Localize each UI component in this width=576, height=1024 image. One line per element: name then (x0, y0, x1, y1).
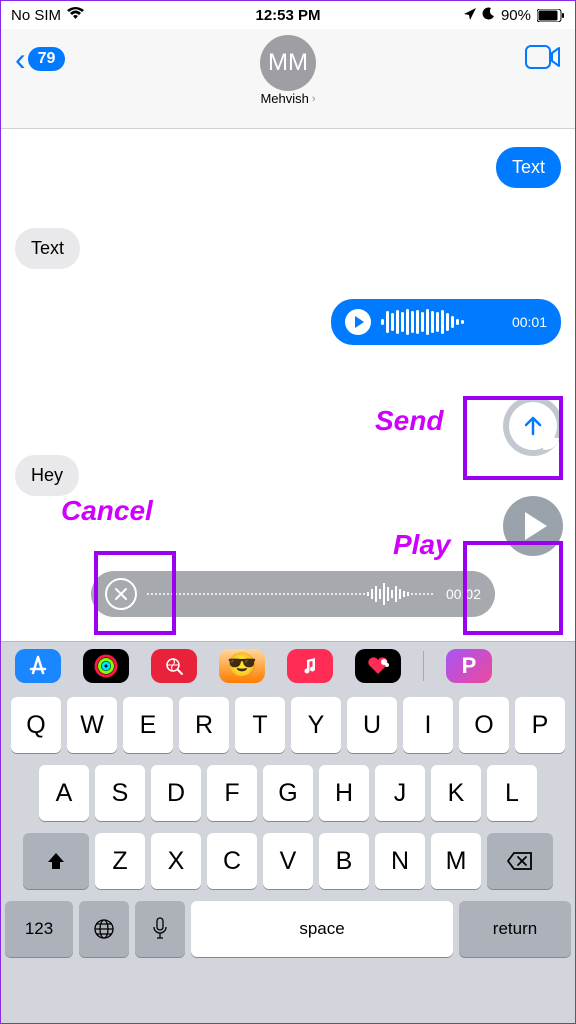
key-x[interactable]: X (151, 833, 201, 889)
key-w[interactable]: W (67, 697, 117, 753)
key-s[interactable]: S (95, 765, 145, 821)
key-z[interactable]: Z (95, 833, 145, 889)
key-n[interactable]: N (375, 833, 425, 889)
globe-key[interactable] (79, 901, 129, 957)
cancel-recording-button[interactable] (105, 578, 137, 610)
clock: 12:53 PM (255, 7, 320, 24)
key-m[interactable]: M (431, 833, 481, 889)
images-search-icon[interactable] (151, 649, 197, 683)
message-out[interactable]: Text (496, 147, 561, 188)
key-a[interactable]: A (39, 765, 89, 821)
arrow-up-icon (519, 412, 547, 440)
send-audio-button[interactable] (503, 396, 563, 456)
wifi-icon (67, 7, 84, 24)
back-button[interactable]: ‹ 79 (15, 41, 65, 78)
avatar-initials: MM (268, 49, 308, 77)
app-store-icon[interactable] (15, 649, 61, 683)
unread-badge: 79 (28, 47, 66, 71)
key-f[interactable]: F (207, 765, 257, 821)
key-v[interactable]: V (263, 833, 313, 889)
audio-duration: 00:01 (512, 314, 547, 330)
shift-key[interactable] (23, 833, 89, 889)
carrier-text: No SIM (11, 7, 61, 24)
key-t[interactable]: T (235, 697, 285, 753)
key-o[interactable]: O (459, 697, 509, 753)
memoji-icon[interactable]: 😎 (219, 649, 265, 683)
battery-icon (537, 9, 565, 22)
message-in[interactable]: Hey (15, 455, 79, 496)
key-h[interactable]: H (319, 765, 369, 821)
chevron-right-icon: › (312, 93, 316, 105)
conversation-view[interactable]: Text Text 00:01 Hey (1, 129, 575, 609)
contact-name-button[interactable]: Mehvish › (260, 91, 315, 106)
waveform (381, 309, 502, 335)
digital-touch-icon[interactable] (355, 649, 401, 683)
key-q[interactable]: Q (11, 697, 61, 753)
numbers-key[interactable]: 123 (5, 901, 73, 957)
nav-header: ‹ 79 MM Mehvish › (1, 29, 575, 129)
key-b[interactable]: B (319, 833, 369, 889)
key-p[interactable]: P (515, 697, 565, 753)
key-y[interactable]: Y (291, 697, 341, 753)
app-strip: 😎 P (1, 641, 575, 689)
status-bar: No SIM 12:53 PM 90% (1, 1, 575, 29)
key-c[interactable]: C (207, 833, 257, 889)
key-u[interactable]: U (347, 697, 397, 753)
activity-icon[interactable] (83, 649, 129, 683)
recording-preview-bar: /*dots*/ 00:02 (91, 571, 495, 617)
key-g[interactable]: G (263, 765, 313, 821)
dictation-key[interactable] (135, 901, 185, 957)
key-e[interactable]: E (123, 697, 173, 753)
message-in[interactable]: Text (15, 228, 80, 269)
moon-icon (482, 7, 495, 24)
play-audio-button[interactable] (503, 496, 563, 556)
battery-percent: 90% (501, 7, 531, 24)
app-p-icon[interactable]: P (446, 649, 492, 683)
key-l[interactable]: L (487, 765, 537, 821)
key-k[interactable]: K (431, 765, 481, 821)
divider (423, 651, 424, 681)
recording-duration: 00:02 (446, 586, 481, 602)
key-i[interactable]: I (403, 697, 453, 753)
chevron-left-icon: ‹ (15, 41, 26, 78)
music-icon[interactable] (287, 649, 333, 683)
avatar[interactable]: MM (260, 35, 316, 91)
audio-message-out[interactable]: 00:01 (331, 299, 561, 345)
play-icon (525, 512, 547, 540)
return-key[interactable]: return (459, 901, 571, 957)
key-j[interactable]: J (375, 765, 425, 821)
recording-waveform: /*dots*/ (147, 583, 436, 605)
space-key[interactable]: space (191, 901, 453, 957)
location-icon (464, 7, 476, 24)
key-d[interactable]: D (151, 765, 201, 821)
keyboard: QWERTYUIOP ASDFGHJKL ZXCVBNM 123 space r… (1, 689, 575, 1023)
key-r[interactable]: R (179, 697, 229, 753)
play-icon[interactable] (345, 309, 371, 335)
facetime-button[interactable] (525, 45, 561, 74)
backspace-key[interactable] (487, 833, 553, 889)
